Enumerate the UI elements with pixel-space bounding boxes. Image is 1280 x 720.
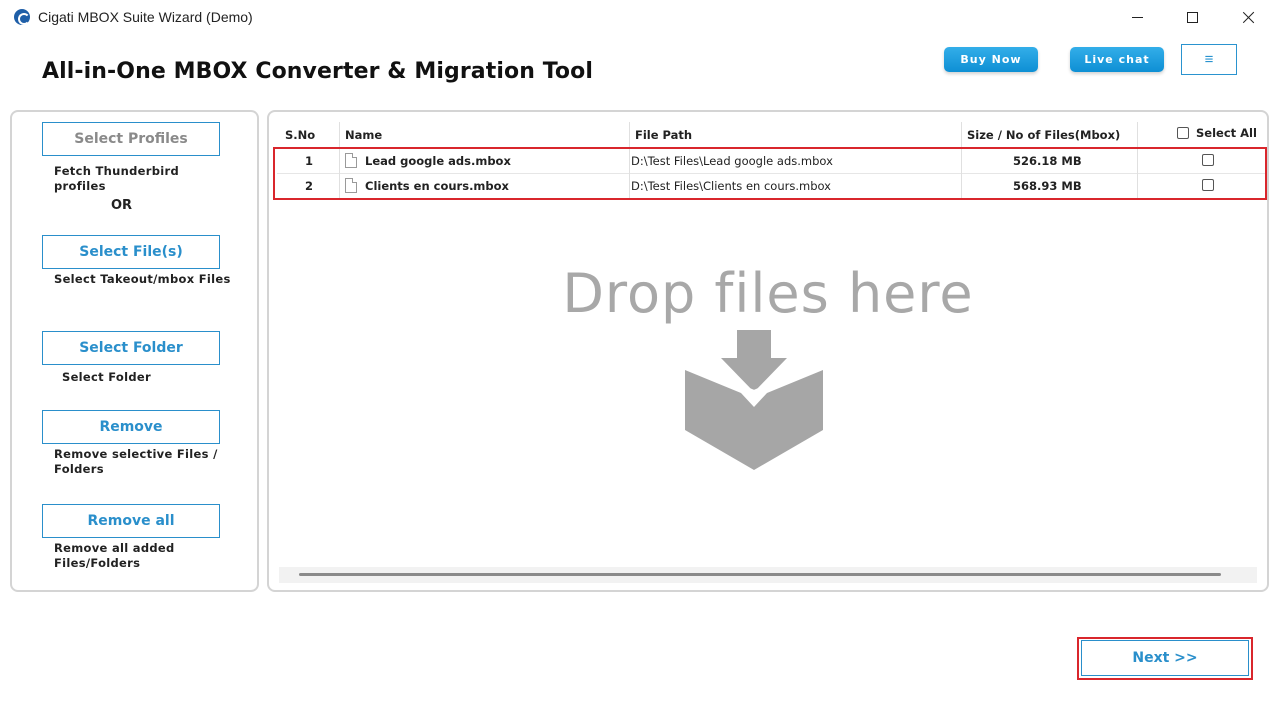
cell-divider (629, 174, 630, 199)
window-title: Cigati MBOX Suite Wizard (Demo) (38, 9, 253, 25)
column-divider (1137, 122, 1138, 148)
close-button[interactable] (1225, 0, 1271, 34)
row-checkbox[interactable] (1202, 154, 1214, 166)
table-header: S.No Name File Path Size / No of Files(M… (277, 122, 1267, 148)
remove-description: Remove selective Files / Folders (54, 447, 218, 476)
select-files-description: Select Takeout/mbox Files (54, 272, 231, 286)
minimize-button[interactable] (1114, 0, 1160, 34)
select-all-label: Select All (1196, 126, 1257, 140)
file-list-panel: S.No Name File Path Size / No of Files(M… (267, 110, 1269, 592)
cell-divider (629, 149, 630, 174)
maximize-icon (1186, 11, 1198, 23)
column-size: Size / No of Files(Mbox) (967, 128, 1121, 142)
menu-button[interactable]: ≡ (1181, 44, 1237, 75)
page-title: All-in-One MBOX Converter & Migration To… (42, 59, 593, 84)
row-sno: 2 (305, 179, 314, 193)
minimize-icon (1131, 16, 1143, 18)
next-button[interactable]: Next >> (1081, 640, 1249, 676)
table-row[interactable]: 1 Lead google ads.mbox D:\Test Files\Lea… (277, 149, 1267, 174)
column-divider (961, 122, 962, 148)
file-table-body: 1 Lead google ads.mbox D:\Test Files\Lea… (277, 149, 1267, 199)
row-sno: 1 (305, 154, 314, 168)
buy-now-button[interactable]: Buy Now (944, 47, 1038, 72)
title-bar: Cigati MBOX Suite Wizard (Demo) (0, 0, 1280, 34)
table-row[interactable]: 2 Clients en cours.mbox D:\Test Files\Cl… (277, 174, 1267, 199)
select-all-control[interactable]: Select All (1177, 126, 1257, 140)
cell-divider (339, 174, 340, 199)
cigati-logo-icon (14, 9, 30, 25)
row-size: 568.93 MB (1013, 179, 1082, 193)
file-icon (345, 178, 357, 193)
select-folder-button[interactable]: Select Folder (42, 331, 220, 365)
or-separator: OR (111, 198, 133, 213)
column-file-path: File Path (635, 128, 693, 142)
select-profiles-description: Fetch Thunderbird profiles (54, 164, 179, 193)
select-all-checkbox[interactable] (1177, 127, 1189, 139)
source-panel: Select Profiles Fetch Thunderbird profil… (10, 110, 259, 592)
cell-divider (1137, 149, 1138, 174)
cell-divider (1137, 174, 1138, 199)
column-divider (629, 122, 630, 148)
cell-divider (339, 149, 340, 174)
row-file-path: D:\Test Files\Lead google ads.mbox (631, 154, 833, 168)
row-size: 526.18 MB (1013, 154, 1082, 168)
select-files-button[interactable]: Select File(s) (42, 235, 220, 269)
file-icon (345, 153, 357, 168)
remove-all-description: Remove all added Files/Folders (54, 541, 175, 570)
remove-button[interactable]: Remove (42, 410, 220, 444)
cell-divider (961, 174, 962, 199)
row-file-name: Lead google ads.mbox (365, 154, 511, 168)
select-profiles-button[interactable]: Select Profiles (42, 122, 220, 156)
column-divider (339, 122, 340, 148)
remove-all-button[interactable]: Remove all (42, 504, 220, 538)
row-file-name: Clients en cours.mbox (365, 179, 509, 193)
row-file-path: D:\Test Files\Clients en cours.mbox (631, 179, 831, 193)
live-chat-button[interactable]: Live chat (1070, 47, 1164, 72)
column-sno: S.No (285, 128, 316, 142)
maximize-button[interactable] (1169, 0, 1215, 34)
close-icon (1242, 11, 1255, 24)
hamburger-menu-icon: ≡ (1204, 51, 1214, 68)
horizontal-scrollbar[interactable] (279, 567, 1257, 583)
row-checkbox[interactable] (1202, 179, 1214, 191)
download-box-icon (685, 330, 823, 470)
scrollbar-thumb[interactable] (299, 573, 1221, 576)
drop-zone-text: Drop files here (562, 262, 974, 325)
select-folder-description: Select Folder (62, 370, 151, 384)
column-name: Name (345, 128, 383, 142)
cell-divider (961, 149, 962, 174)
